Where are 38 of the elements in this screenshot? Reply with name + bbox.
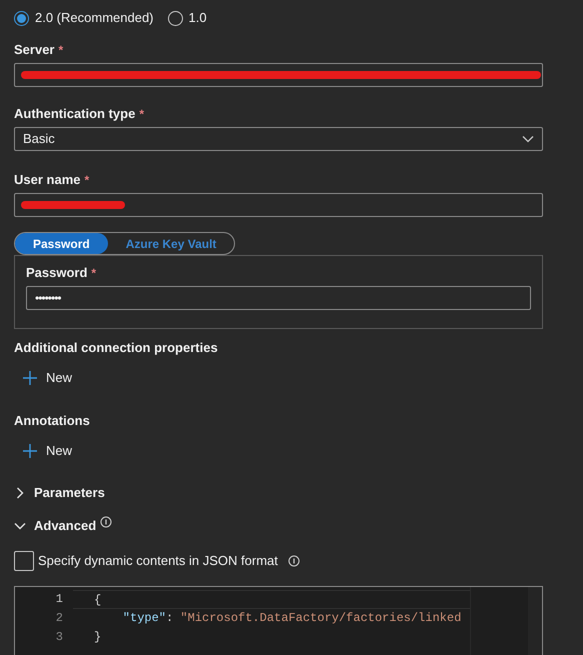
checkbox[interactable] <box>14 551 34 571</box>
required-mark: * <box>139 106 144 123</box>
radio-button[interactable] <box>168 10 182 26</box>
section-title: Annotations <box>14 412 91 429</box>
line-number: 1 <box>56 591 63 608</box>
chevron-down-icon <box>522 135 534 143</box>
new-button[interactable]: New <box>22 441 72 461</box>
required-mark: * <box>91 265 96 282</box>
code-line: { <box>73 590 470 609</box>
required-mark: * <box>84 172 90 189</box>
line-number: 2 <box>56 610 63 627</box>
field-label: Password <box>26 264 88 282</box>
info-icon[interactable] <box>100 516 112 528</box>
code-editor[interactable]: 1 2 3 { "type": "Microsoft.DataFactory/factories/linked } <box>14 586 543 655</box>
section-toggle[interactable]: Advanced <box>14 516 96 536</box>
info-icon[interactable] <box>288 555 300 567</box>
radio-option[interactable]: 1.0 <box>168 8 207 28</box>
section-title: Additional connection properties <box>14 339 219 356</box>
line-number: 3 <box>56 629 63 646</box>
plus-icon <box>22 443 38 459</box>
section-toggle[interactable]: Parameters <box>14 483 105 503</box>
credential-tab[interactable]: Password <box>15 233 108 254</box>
new-button[interactable]: New <box>22 368 72 388</box>
authentication-type-dropdown[interactable]: Basic <box>14 127 543 151</box>
code-line: } <box>93 629 102 646</box>
input-field[interactable] <box>14 193 543 217</box>
required-mark: * <box>58 42 64 59</box>
radio-option[interactable]: 2.0 (Recommended) <box>14 8 154 28</box>
credential-tab[interactable]: Azure Key Vault <box>108 233 234 254</box>
radio-button[interactable] <box>14 10 29 26</box>
plus-icon <box>22 370 38 386</box>
field-label: Authentication type <box>14 105 136 124</box>
field-label: Server <box>14 41 54 60</box>
password-field[interactable]: •••••••• <box>26 286 531 310</box>
code-line: "type": "Microsoft.DataFactory/factories/linked <box>122 610 462 627</box>
checkbox-label: Specify dynamic contents in JSON format <box>38 552 278 570</box>
input-field[interactable] <box>14 63 543 87</box>
field-label: User name <box>14 171 80 190</box>
